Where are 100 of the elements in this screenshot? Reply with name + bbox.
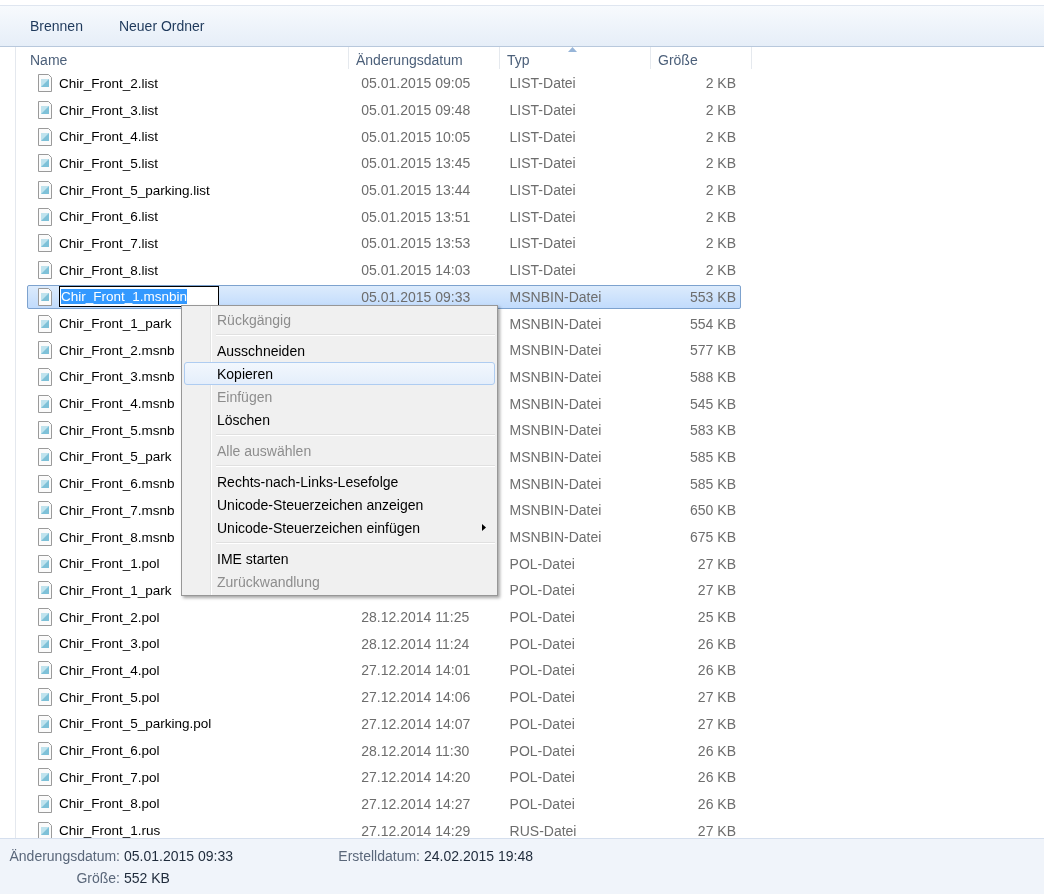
file-name: Chir_Front_2.list <box>59 75 159 91</box>
column-header[interactable]: Name <box>23 52 68 69</box>
type-text: MSNBIN-Datei <box>509 502 602 519</box>
file-name: Chir_Front_6.list <box>59 209 159 225</box>
file-name: Chir_Front_8.list <box>59 262 159 278</box>
type-text: MSNBIN-Datei <box>509 448 602 465</box>
file-name: Chir_Front_6.pol <box>59 743 160 759</box>
size-text: 25 KB <box>697 609 736 626</box>
type-text: POL-Datei <box>509 742 575 759</box>
toolbar-button[interactable]: Brennen <box>18 14 95 38</box>
size-text: 27 KB <box>697 582 736 599</box>
type-text: POL-Datei <box>509 555 575 572</box>
selected-file-row[interactable]: Chir_Front_1.msnbin 05.01.2015 09:33 MSNBIN-Datei 553 KB <box>27 284 741 310</box>
size-text: 2 KB <box>705 235 736 252</box>
size-text: 2 KB <box>705 75 736 92</box>
menu-item[interactable]: Rechts-nach-Links-Lesefolge <box>184 470 495 493</box>
file-name: Chir_Front_8.pol <box>59 796 160 812</box>
type-text: POL-Datei <box>509 635 575 652</box>
type-text: LIST-Datei <box>509 235 576 252</box>
size-text: 26 KB <box>697 795 736 812</box>
file-name: Chir_Front_5.pol <box>59 689 160 705</box>
file-name: Chir_Front_5_parking.pol <box>59 716 212 732</box>
size-text: 585 KB <box>690 448 736 465</box>
date-text: 27.12.2014 14:20 <box>361 769 471 786</box>
detail-label: Größe: <box>75 870 120 888</box>
size-text: 553 KB <box>690 288 736 305</box>
type-text: LIST-Datei <box>509 75 576 92</box>
file-icon <box>37 74 53 93</box>
type-text: LIST-Datei <box>509 262 576 279</box>
size-text: 577 KB <box>690 342 736 359</box>
size-text: 2 KB <box>705 182 736 199</box>
file-name: Chir_Front_7.msnb <box>59 502 175 518</box>
file-icon <box>37 127 53 146</box>
column-header[interactable]: Typ <box>500 52 530 69</box>
date-text: 28.12.2014 11:30 <box>361 742 470 759</box>
menu-item[interactable]: Kopieren <box>184 362 495 385</box>
date-text: 27.12.2014 14:06 <box>361 689 471 706</box>
file-icon <box>37 394 53 413</box>
toolbar-button[interactable]: Neuer Ordner <box>106 14 217 38</box>
size-text: 2 KB <box>705 102 736 119</box>
date-text: 05.01.2015 09:33 <box>361 288 471 305</box>
file-icon <box>37 501 53 520</box>
file-name: Chir_Front_7.list <box>59 235 159 251</box>
type-text: POL-Datei <box>509 582 575 599</box>
menu-item[interactable]: IME starten <box>184 547 495 570</box>
file-icon <box>37 608 53 627</box>
file-icon <box>37 688 53 707</box>
detail-label: Erstelldatum: <box>337 848 420 866</box>
file-name: Chir_Front_4.msnb <box>59 396 175 412</box>
size-text: 27 KB <box>697 822 736 838</box>
detail-value: 24.02.2015 19:48 <box>424 848 534 866</box>
size-text: 27 KB <box>697 689 736 706</box>
file-icon <box>37 714 53 733</box>
file-name: Chir_Front_5_park <box>59 449 172 465</box>
type-text: LIST-Datei <box>509 155 576 172</box>
menu-item[interactable]: Löschen <box>184 408 495 431</box>
type-text: POL-Datei <box>509 769 575 786</box>
size-text: 26 KB <box>697 662 736 679</box>
file-name: Chir_Front_4.list <box>59 129 159 145</box>
size-text: 26 KB <box>697 635 736 652</box>
detail-value: 552 KB <box>124 870 171 888</box>
type-text: MSNBIN-Datei <box>509 368 602 385</box>
file-name: Chir_Front_3.pol <box>59 636 160 652</box>
file-name: Chir_Front_1.pol <box>59 556 160 572</box>
date-text: 05.01.2015 13:51 <box>361 208 471 225</box>
type-text: LIST-Datei <box>509 208 576 225</box>
date-text: 28.12.2014 11:25 <box>361 609 470 626</box>
type-text: LIST-Datei <box>509 128 576 145</box>
type-text: LIST-Datei <box>509 182 576 199</box>
file-name: Chir_Front_1_park <box>59 316 172 332</box>
selected-text: Chir_Front_1.msnbin <box>61 289 188 305</box>
menu-item[interactable]: Ausschneiden <box>184 339 495 362</box>
file-icon <box>37 634 53 653</box>
type-text: MSNBIN-Datei <box>509 342 602 359</box>
file-icon <box>37 447 53 466</box>
file-icon <box>37 287 53 306</box>
type-text: MSNBIN-Datei <box>509 395 602 412</box>
file-icon <box>37 234 53 253</box>
file-name: Chir_Front_1_park <box>59 582 172 598</box>
file-icon <box>37 474 53 493</box>
type-text: MSNBIN-Datei <box>509 475 602 492</box>
size-text: 27 KB <box>697 555 736 572</box>
file-icon <box>37 367 53 386</box>
menu-item[interactable]: Unicode-Steuerzeichen anzeigen <box>184 493 495 516</box>
file-name: Chir_Front_2.msnb <box>59 342 175 358</box>
column-header[interactable]: Größe <box>651 52 698 69</box>
detail-label: Änderungsdatum: <box>8 848 120 866</box>
date-text: 27.12.2014 14:07 <box>361 715 471 732</box>
date-text: 05.01.2015 14:03 <box>361 262 471 279</box>
file-icon <box>37 154 53 173</box>
type-text: POL-Datei <box>509 609 575 626</box>
column-header[interactable]: Änderungsdatum <box>349 52 463 69</box>
menu-item[interactable]: Unicode-Steuerzeichen einfügen <box>184 516 495 539</box>
file-icon <box>37 554 53 573</box>
size-text: 585 KB <box>690 475 736 492</box>
file-icon <box>37 261 53 280</box>
type-text: MSNBIN-Datei <box>509 288 602 305</box>
file-name: Chir_Front_3.list <box>59 102 159 118</box>
file-name: Chir_Front_5.list <box>59 155 159 171</box>
file-icon <box>37 101 53 120</box>
